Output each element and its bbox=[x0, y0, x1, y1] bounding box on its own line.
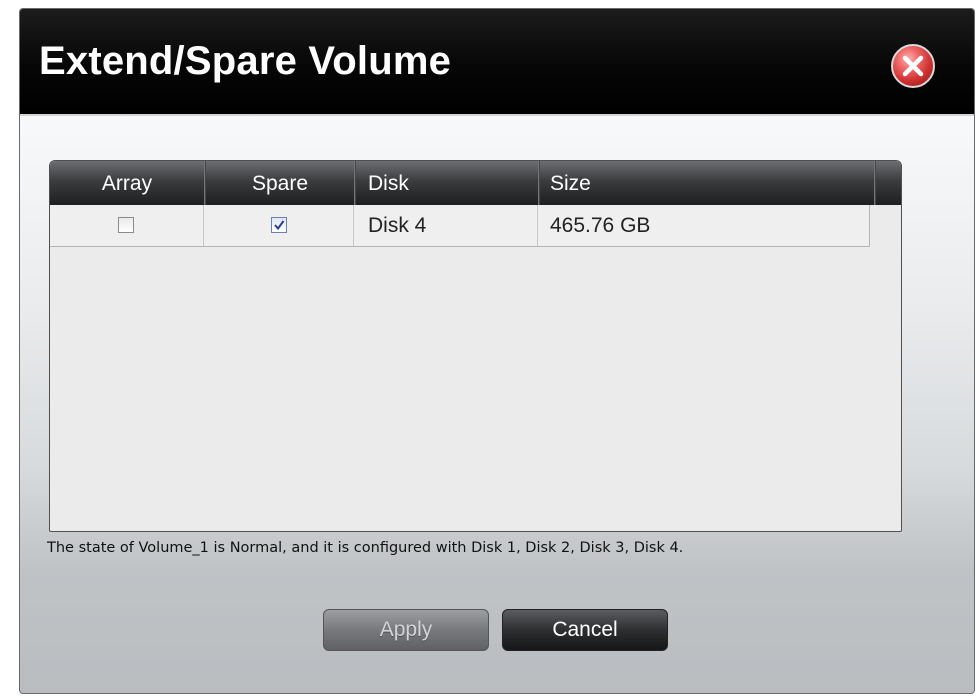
spare-cell bbox=[204, 205, 354, 246]
spare-checkbox[interactable] bbox=[271, 217, 287, 233]
volume-status-text: The state of Volume_1 is Normal, and it … bbox=[47, 540, 684, 556]
close-icon bbox=[902, 55, 924, 77]
checkmark-icon bbox=[274, 220, 285, 231]
dialog-titlebar: Extend/Spare Volume bbox=[20, 9, 974, 116]
extend-spare-volume-dialog: Extend/Spare Volume Array Spare Disk Siz… bbox=[19, 8, 975, 694]
apply-button[interactable]: Apply bbox=[323, 609, 489, 651]
disk-grid: Array Spare Disk Size Disk 4 465.76 GB bbox=[49, 160, 902, 532]
size-cell: 465.76 GB bbox=[550, 214, 651, 237]
table-row[interactable]: Disk 4 465.76 GB bbox=[50, 205, 870, 247]
grid-header: Array Spare Disk Size bbox=[50, 161, 901, 205]
column-header-size[interactable]: Size bbox=[540, 161, 874, 205]
dialog-title: Extend/Spare Volume bbox=[39, 39, 452, 83]
column-divider bbox=[874, 161, 876, 205]
column-header-spare[interactable]: Spare bbox=[206, 161, 354, 205]
cancel-button[interactable]: Cancel bbox=[502, 609, 668, 651]
disk-cell: Disk 4 bbox=[354, 205, 538, 246]
column-header-array[interactable]: Array bbox=[50, 161, 204, 205]
column-header-disk[interactable]: Disk bbox=[356, 161, 538, 205]
close-button[interactable] bbox=[891, 44, 935, 88]
array-cell bbox=[50, 205, 204, 246]
array-checkbox[interactable] bbox=[118, 217, 134, 233]
